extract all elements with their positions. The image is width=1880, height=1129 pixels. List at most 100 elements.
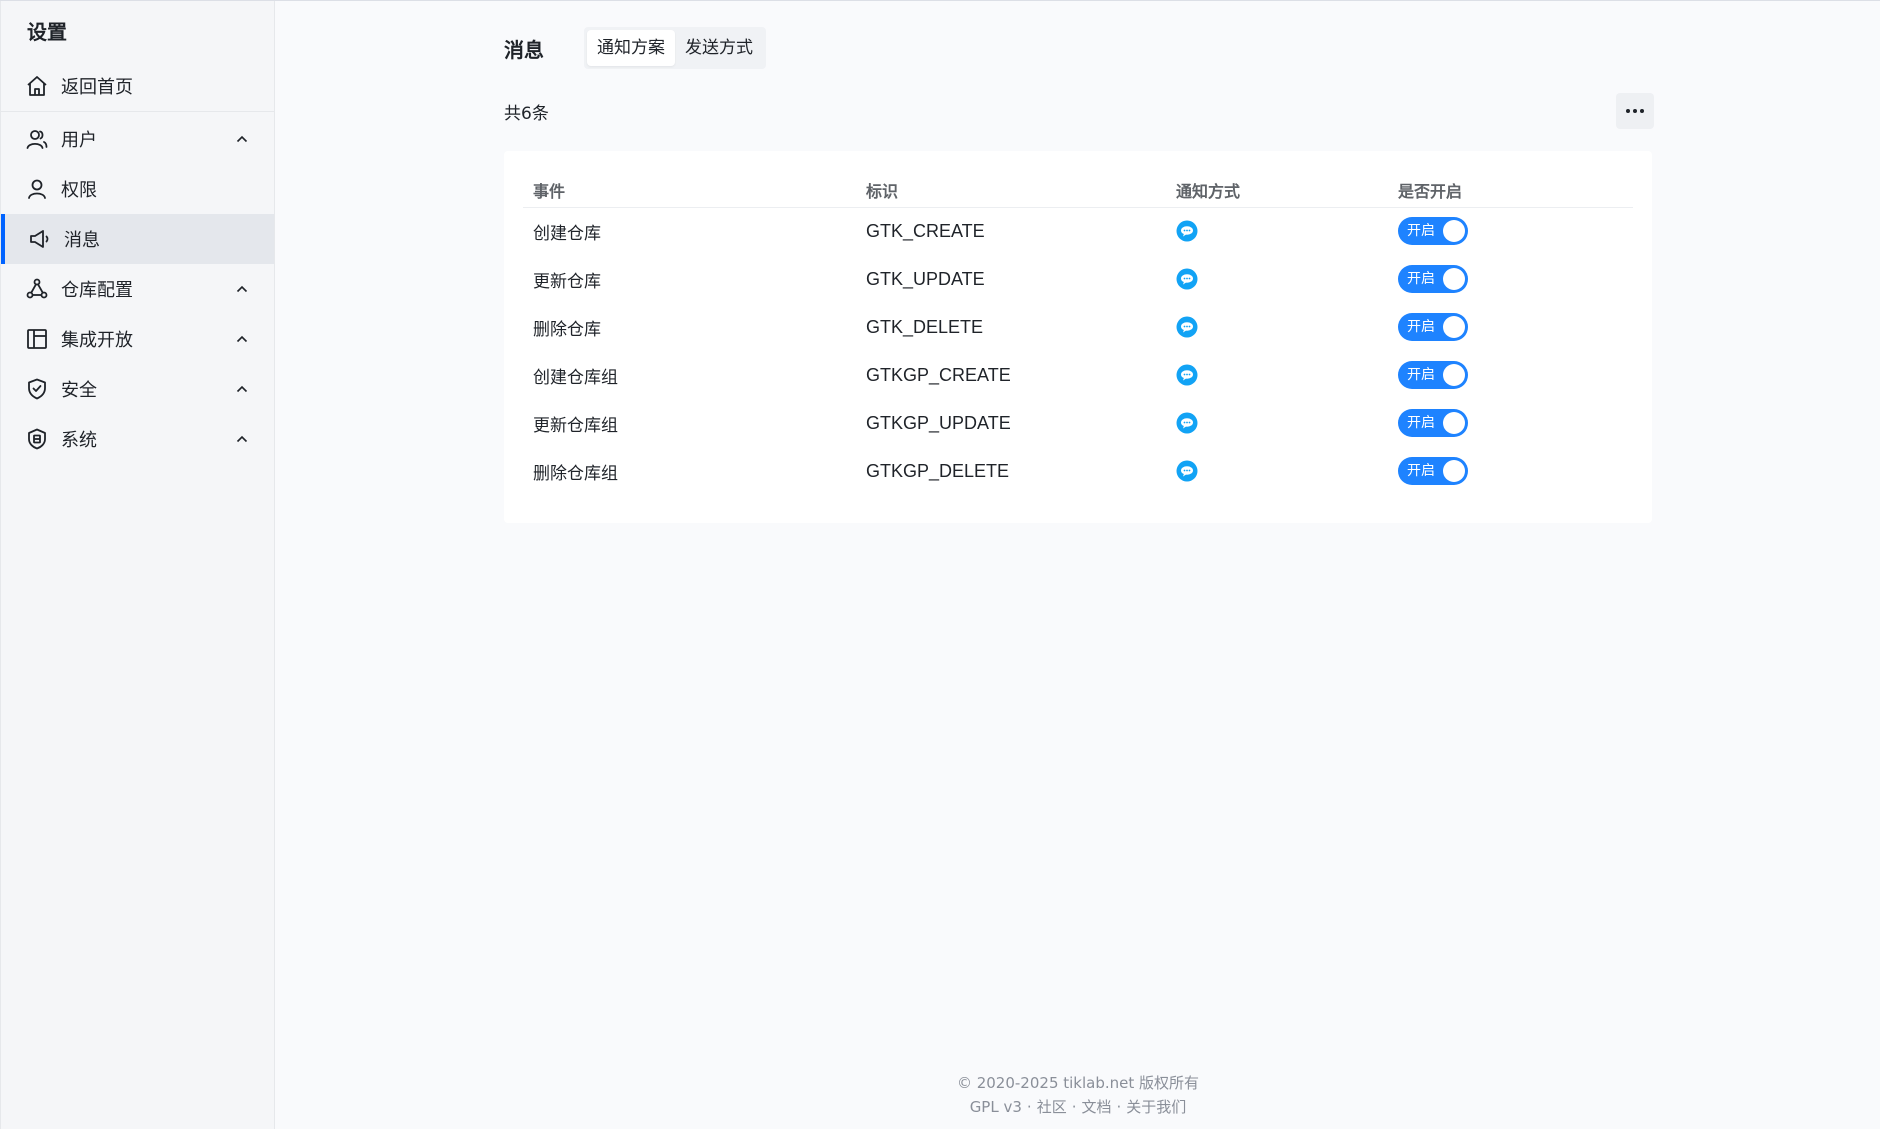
message-icon[interactable] [1176,220,1198,242]
enable-toggle[interactable]: 开启 [1398,265,1468,293]
network-icon [25,277,49,301]
about-link[interactable]: 关于我们 [1126,1098,1186,1116]
sidebar-item-label: 消息 [64,230,100,251]
sidebar-item-label: 权限 [61,180,97,201]
chevron-up-icon[interactable] [234,331,250,347]
more-dot-icon [1640,109,1644,113]
enabled-cell: 开启 [1388,447,1633,495]
enable-toggle[interactable]: 开启 [1398,313,1468,341]
table-row: 创建仓库组 GTKGP_CREATE 开启 [523,351,1633,399]
toggle-knob [1443,268,1465,290]
enable-toggle[interactable]: 开启 [1398,361,1468,389]
method-cell [1166,303,1388,351]
event-cell: 删除仓库 [533,319,601,340]
sidebar-item-label: 用户 [61,130,97,151]
more-dot-icon [1626,109,1630,113]
code-cell: GTKGP_CREATE [866,364,1011,385]
toggle-label: 开启 [1407,415,1435,431]
event-cell: 更新仓库 [533,271,601,292]
sidebar-item-integration[interactable]: 集成开放 [1,314,274,364]
docs-link[interactable]: 文档 [1081,1098,1111,1116]
code-cell: GTKGP_UPDATE [866,412,1011,433]
copyright-text: © 2020-2025 tiklab.net 版权所有 [956,1074,1200,1092]
separator: · [1116,1098,1122,1116]
message-table-card: 事件 标识 通知方式 是否开启 创建仓库 GTK_CREATE 开启 更新仓库 GTK_… [504,151,1652,523]
enable-toggle[interactable]: 开启 [1398,457,1468,485]
sidebar-item-users[interactable]: 用户 [1,114,274,164]
method-cell [1166,399,1388,447]
message-icon[interactable] [1176,316,1198,338]
sidebar-item-label: 仓库配置 [61,280,133,301]
column-header-code: 标识 [856,173,1166,208]
event-cell: 创建仓库 [533,223,601,244]
enabled-cell: 开启 [1388,255,1633,303]
message-icon[interactable] [1176,268,1198,290]
footer: © 2020-2025 tiklab.net 版权所有 GPL v3 · 社区 · 文档… [276,1071,1880,1119]
event-cell: 更新仓库组 [533,415,618,436]
column-header-method: 通知方式 [1166,173,1388,208]
system-shield-icon [25,427,49,451]
table-row: 删除仓库组 GTKGP_DELETE 开启 [523,447,1633,495]
event-cell: 创建仓库组 [533,367,618,388]
message-icon[interactable] [1176,412,1198,434]
tab-bar: 通知方案 发送方式 [584,27,766,69]
message-icon[interactable] [1176,364,1198,386]
toggle-label: 开启 [1407,319,1435,335]
sidebar-item-messages[interactable]: 消息 [1,214,274,264]
toggle-knob [1443,316,1465,338]
tab-notification-plan[interactable]: 通知方案 [587,30,675,66]
sidebar-item-home[interactable]: 返回首页 [1,61,274,111]
code-cell: GTKGP_DELETE [866,460,1010,481]
table-row: 更新仓库组 GTKGP_UPDATE 开启 [523,399,1633,447]
sidebar: 设置 返回首页 用户 权限 消息 仓库配置 集成开放 安全 系统 [0,1,275,1129]
toggle-label: 开启 [1407,271,1435,287]
enabled-cell: 开启 [1388,207,1633,255]
user-icon [25,177,49,201]
separator: · [1071,1098,1077,1116]
code-cell: GTK_CREATE [866,220,985,241]
table-row: 更新仓库 GTK_UPDATE 开启 [523,255,1633,303]
code-cell: GTK_DELETE [866,316,984,337]
users-icon [25,127,49,151]
home-icon [25,74,49,98]
toggle-knob [1443,412,1465,434]
method-cell [1166,351,1388,399]
chevron-up-icon[interactable] [234,381,250,397]
enabled-cell: 开启 [1388,399,1633,447]
enable-toggle[interactable]: 开启 [1398,409,1468,437]
sidebar-item-label: 返回首页 [61,77,133,98]
sidebar-item-permissions[interactable]: 权限 [1,164,274,214]
method-cell [1166,207,1388,255]
sidebar-item-label: 系统 [61,430,97,451]
sidebar-item-system[interactable]: 系统 [1,414,274,464]
footer-links: GPL v3 · 社区 · 文档 · 关于我们 [276,1095,1880,1119]
code-cell: GTK_UPDATE [866,268,985,289]
shield-check-icon [25,377,49,401]
sidebar-divider [1,111,274,112]
toggle-label: 开启 [1407,223,1435,240]
license-link[interactable]: GPL v3 [970,1098,1022,1116]
chevron-up-icon[interactable] [234,431,250,447]
chevron-up-icon[interactable] [234,131,250,147]
total-count: 共6条 [504,104,549,124]
table-row: 删除仓库 GTK_DELETE 开启 [523,303,1633,351]
message-icon[interactable] [1176,460,1198,482]
toggle-knob [1443,460,1465,482]
page-header: 消息 通知方案 发送方式 [504,27,766,69]
layout-icon [25,327,49,351]
toggle-label: 开启 [1407,463,1435,479]
sidebar-item-repo-config[interactable]: 仓库配置 [1,264,274,314]
message-table: 事件 标识 通知方式 是否开启 创建仓库 GTK_CREATE 开启 更新仓库 GTK_… [523,173,1633,495]
chevron-up-icon[interactable] [234,281,250,297]
tab-send-method[interactable]: 发送方式 [675,30,763,66]
table-row: 创建仓库 GTK_CREATE 开启 [523,207,1633,255]
sidebar-item-security[interactable]: 安全 [1,364,274,414]
more-dot-icon [1633,109,1637,113]
enable-toggle[interactable]: 开启 [1398,217,1468,246]
sidebar-item-label: 安全 [61,380,97,401]
toggle-knob [1443,220,1465,243]
enabled-cell: 开启 [1388,303,1633,351]
more-options-button[interactable] [1616,93,1654,129]
community-link[interactable]: 社区 [1037,1098,1067,1116]
method-cell [1166,255,1388,303]
